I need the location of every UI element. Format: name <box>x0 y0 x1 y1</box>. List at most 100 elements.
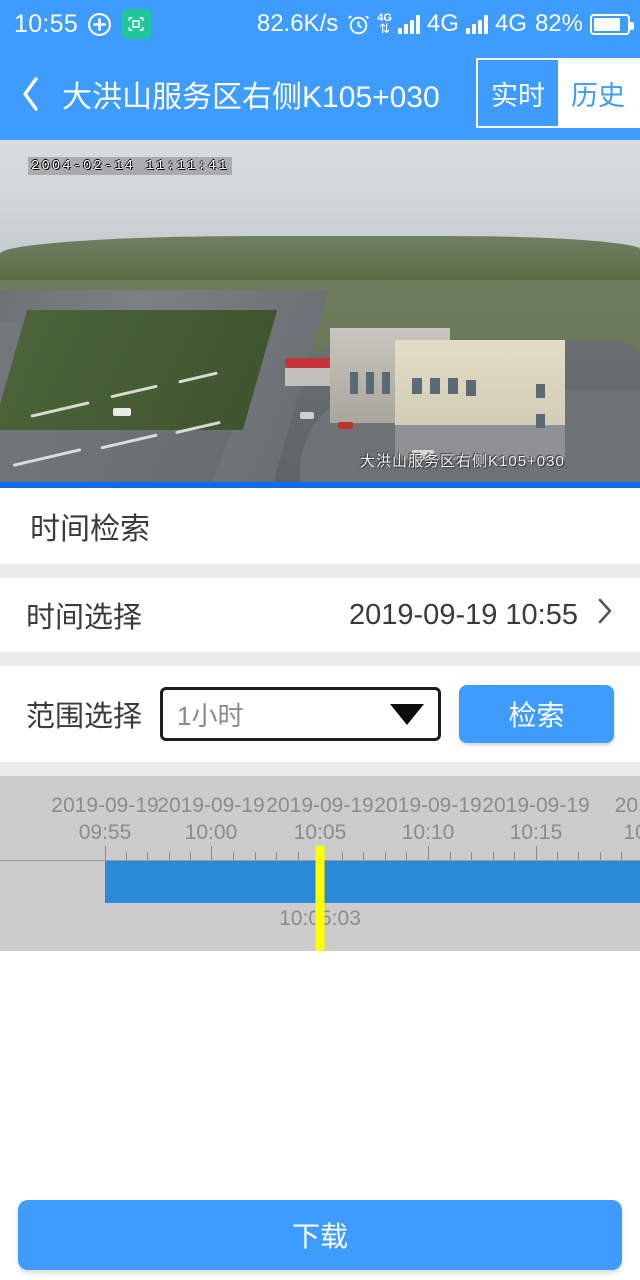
timeline-minor-tick <box>514 852 515 860</box>
download-bar: 下载 <box>0 1190 640 1280</box>
range-select-value: 1小时 <box>177 700 244 731</box>
signal-bars-sim2-icon <box>465 14 488 34</box>
video-window <box>350 372 358 394</box>
section-divider <box>0 564 640 578</box>
circle-plus-icon[interactable] <box>87 12 112 37</box>
section-divider <box>0 762 640 776</box>
tab-history[interactable]: 历史 <box>558 60 638 126</box>
app-header: 大洪山服务区右侧K105+030 实时 历史 <box>0 48 640 140</box>
timeline-playhead[interactable] <box>315 846 325 951</box>
timeline-label-date: 2019-09-19 <box>157 794 265 817</box>
timeline-label-time: 10:00 <box>184 821 238 844</box>
timeline-label-date: 2019-09-19 <box>266 794 374 817</box>
timeline-label: 2019-09-19 09:55 <box>51 792 158 846</box>
timeline-label-date: 2019-09-19 <box>374 794 482 817</box>
video-window <box>412 378 422 394</box>
section-title-time-search: 时间检索 <box>30 513 150 546</box>
timeline-recording-segment[interactable] <box>105 861 640 903</box>
battery-percent-label: 82% <box>534 10 583 37</box>
timeline-label-time: 09:55 <box>78 821 132 844</box>
time-select-value: 2019-09-19 10:55 <box>349 598 578 631</box>
timeline-minor-tick <box>190 852 191 860</box>
timeline-minor-tick <box>385 852 386 860</box>
timeline-minor-tick <box>621 852 622 860</box>
video-window <box>536 414 545 428</box>
timeline-minor-tick <box>471 852 472 860</box>
recording-timeline[interactable]: 2019-09-19 09:55 2019-09-19 10:00 2019-09-19… <box>0 776 640 951</box>
timeline-minor-tick <box>255 852 256 860</box>
timeline-label-time: 10:15 <box>509 821 563 844</box>
timeline-minor-tick <box>233 852 234 860</box>
timeline-label: 2019-09-19 10:10 <box>374 792 481 846</box>
battery-icon <box>590 13 634 35</box>
video-player[interactable]: 2004-02-14 11:11:41 大洪山服务区右侧K105+030 <box>0 140 640 488</box>
timeline-minor-tick <box>342 852 343 860</box>
timeline-minor-tick <box>450 852 451 860</box>
timeline-minor-tick <box>363 852 364 860</box>
caret-down-icon <box>390 703 424 725</box>
status-bar: 10:55 82.6K/s 4G ⇅ 4G 4G 82% <box>0 0 640 48</box>
timeline-label-date: 2019-09-19 <box>51 794 159 817</box>
video-window <box>382 372 390 394</box>
sim1-network-label: 4G <box>426 10 459 37</box>
video-osd-timestamp: 2004-02-14 11:11:41 <box>28 157 232 175</box>
mode-segmented-control: 实时 历史 <box>476 58 640 128</box>
timeline-minor-tick <box>126 852 127 860</box>
time-select-value-group: 2019-09-19 10:55 <box>349 596 614 634</box>
video-watermark: 大洪山服务区右侧K105+030 <box>360 453 565 470</box>
time-search-panel: 时间检索 <box>0 488 640 564</box>
timeline-minor-tick <box>557 852 558 860</box>
timeline-label-date: 2019-09-19 <box>482 794 590 817</box>
signal-bars-sim1-icon <box>397 14 420 34</box>
network-speed-label: 82.6K/s <box>256 10 339 37</box>
timeline-minor-tick <box>147 852 148 860</box>
mobile-data-icon: 4G ⇅ <box>377 13 392 36</box>
video-window <box>536 384 545 398</box>
download-button[interactable]: 下载 <box>18 1200 622 1270</box>
sim2-network-label: 4G <box>494 10 527 37</box>
timeline-labels: 2019-09-19 09:55 2019-09-19 10:00 2019-09-19… <box>0 792 640 850</box>
video-window <box>366 372 374 394</box>
chevron-right-icon <box>596 596 614 634</box>
alarm-clock-icon <box>346 12 371 37</box>
timeline-minor-tick <box>276 852 277 860</box>
section-divider <box>0 652 640 666</box>
tab-live[interactable]: 实时 <box>478 60 558 126</box>
timeline-minor-tick <box>600 852 601 860</box>
video-window <box>430 378 440 394</box>
screenshot-scan-icon[interactable] <box>121 9 152 39</box>
search-button[interactable]: 检索 <box>459 685 614 743</box>
timeline-minor-tick <box>406 852 407 860</box>
time-select-row[interactable]: 时间选择 2019-09-19 10:55 <box>0 578 640 652</box>
timeline-label: 2019-09-19 10:05 <box>266 792 373 846</box>
time-select-section: 时间选择 2019-09-19 10:55 <box>0 578 640 652</box>
range-select-label: 范围选择 <box>26 701 143 733</box>
timeline-label: 2019 10: <box>615 792 640 846</box>
timeline-label-time: 10:10 <box>401 821 455 844</box>
status-clock: 10:55 <box>14 9 79 38</box>
timeline-label-date: 2019 <box>614 794 640 817</box>
range-select-section: 范围选择 1小时 检索 <box>0 666 640 762</box>
timeline-major-tick <box>536 846 537 860</box>
timeline-label: 2019-09-19 10:15 <box>482 792 589 846</box>
status-bar-right: 82.6K/s 4G ⇅ 4G 4G 82% <box>256 10 634 38</box>
timeline-minor-tick <box>169 852 170 860</box>
time-select-label: 时间选择 <box>26 602 143 634</box>
data-updown-arrows-icon: ⇅ <box>379 21 391 36</box>
video-vehicle <box>338 422 353 429</box>
status-bar-left: 10:55 <box>14 9 152 39</box>
timeline-minor-tick <box>493 852 494 860</box>
video-vehicle <box>113 408 131 416</box>
timeline-label-time: 10: <box>623 821 640 844</box>
timeline-major-tick <box>105 846 106 860</box>
range-select-dropdown[interactable]: 1小时 <box>160 687 441 741</box>
back-button[interactable] <box>0 48 62 140</box>
video-progress-bar[interactable] <box>0 482 640 488</box>
timeline-major-tick <box>211 846 212 860</box>
video-vehicle <box>300 412 314 419</box>
timeline-minor-tick <box>298 852 299 860</box>
video-window <box>466 380 476 396</box>
timeline-minor-tick <box>578 852 579 860</box>
video-window <box>448 378 458 394</box>
timeline-major-tick <box>428 846 429 860</box>
